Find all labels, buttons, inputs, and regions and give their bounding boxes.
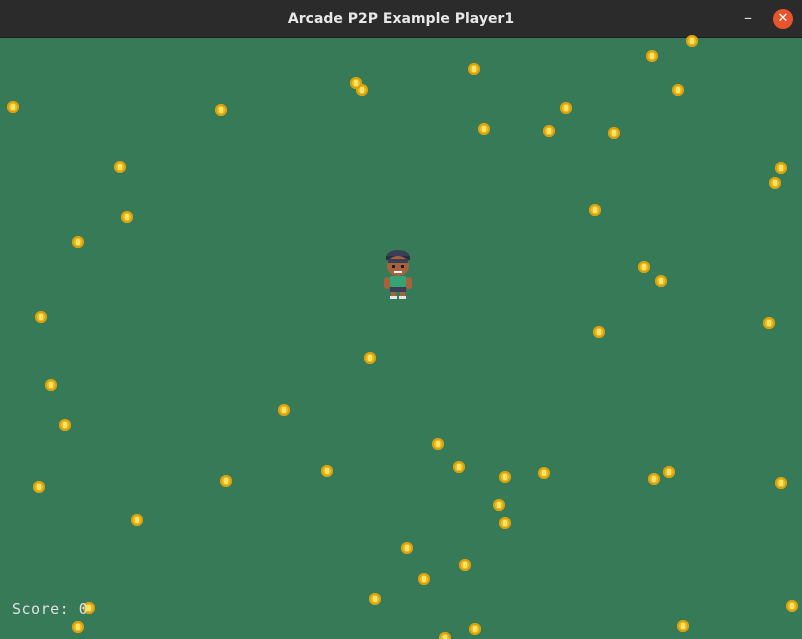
gold-coin-icon	[593, 326, 605, 338]
gold-coin-icon	[663, 466, 675, 478]
gold-coin-icon	[364, 352, 376, 364]
gold-coin-icon	[59, 419, 71, 431]
minimize-button[interactable]: –	[738, 9, 758, 29]
gold-coin-icon	[418, 573, 430, 585]
gold-coin-icon	[459, 559, 471, 571]
gold-coin-icon	[493, 499, 505, 511]
title-bar[interactable]: Arcade P2P Example Player1 – ✕	[0, 0, 802, 38]
gold-coin-icon	[72, 236, 84, 248]
gold-coin-icon	[114, 161, 126, 173]
gold-coin-icon	[469, 623, 481, 635]
gold-coin-icon	[432, 438, 444, 450]
gold-coin-icon	[769, 177, 781, 189]
gold-coin-icon	[560, 102, 572, 114]
gold-coin-icon	[775, 162, 787, 174]
gold-coin-icon	[677, 620, 689, 632]
gold-coin-icon	[538, 467, 550, 479]
gold-coin-icon	[499, 517, 511, 529]
gold-coin-icon	[278, 404, 290, 416]
gold-coin-icon	[646, 50, 658, 62]
gold-coin-icon	[369, 593, 381, 605]
gold-coin-icon	[648, 473, 660, 485]
gold-coin-icon	[131, 514, 143, 526]
gold-coin-icon	[775, 477, 787, 489]
gold-coin-icon	[468, 63, 480, 75]
gold-coin-icon	[638, 261, 650, 273]
gold-coin-icon	[499, 471, 511, 483]
gold-coin-icon	[608, 127, 620, 139]
gold-coin-icon	[35, 311, 47, 323]
player-sprite	[384, 250, 412, 299]
gold-coin-icon	[7, 101, 19, 113]
game-canvas[interactable]: Score: 0	[0, 35, 802, 639]
gold-coin-icon	[45, 379, 57, 391]
gold-coin-icon	[220, 475, 232, 487]
gold-coin-icon	[121, 211, 133, 223]
gold-coin-icon	[321, 465, 333, 477]
gold-coin-icon	[453, 461, 465, 473]
gold-coin-icon	[543, 125, 555, 137]
gold-coin-icon	[686, 35, 698, 47]
gold-coin-icon	[655, 275, 667, 287]
app-window: Arcade P2P Example Player1 – ✕ Score: 0	[0, 0, 802, 639]
gold-coin-icon	[72, 621, 84, 633]
gold-coin-icon	[589, 204, 601, 216]
gold-coin-icon	[478, 123, 490, 135]
gold-coin-icon	[215, 104, 227, 116]
gold-coin-icon	[350, 77, 362, 89]
window-title: Arcade P2P Example Player1	[287, 11, 515, 27]
close-button[interactable]: ✕	[773, 9, 793, 29]
gold-coin-icon	[33, 481, 45, 493]
gold-coin-icon	[401, 542, 413, 554]
gold-coin-icon	[439, 632, 451, 639]
gold-coin-icon	[763, 317, 775, 329]
gold-coin-icon	[672, 84, 684, 96]
gold-coin-icon	[786, 600, 798, 612]
score-label: Score: 0	[12, 600, 89, 618]
